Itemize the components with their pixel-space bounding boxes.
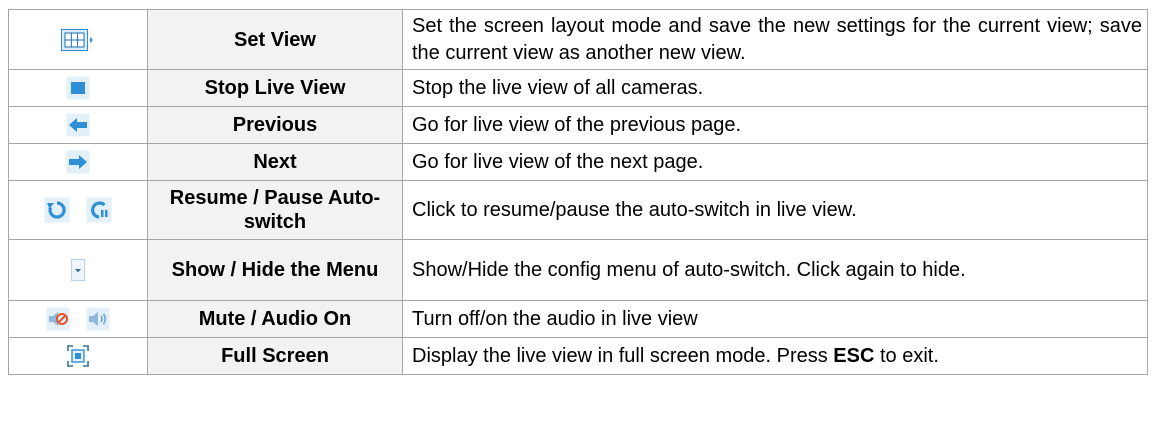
toolbar-reference-table: Set View Set the screen layout mode and … xyxy=(8,9,1148,375)
audio-on-icon xyxy=(86,307,110,331)
button-name: Next xyxy=(147,143,403,181)
button-name: Previous xyxy=(147,106,403,144)
button-description: Click to resume/pause the auto-switch in… xyxy=(402,180,1148,240)
resume-icon xyxy=(44,197,70,223)
icon-cell xyxy=(8,9,148,70)
icon-cell xyxy=(8,300,148,338)
button-name: Set View xyxy=(147,9,403,70)
description-text: Display the live view in full screen mod… xyxy=(412,344,834,367)
button-name: Mute / Audio On xyxy=(147,300,403,338)
table-row: Resume / Pause Auto-switch Click to resu… xyxy=(8,180,1148,240)
icon-cell xyxy=(8,337,148,375)
button-name: Resume / Pause Auto-switch xyxy=(147,180,403,240)
pause-icon xyxy=(86,197,112,223)
arrow-left-icon xyxy=(66,113,90,137)
icon-cell xyxy=(8,143,148,181)
button-description: Stop the live view of all cameras. xyxy=(402,69,1148,107)
button-description: Go for live view of the previous page. xyxy=(402,106,1148,144)
full-screen-icon xyxy=(67,345,89,368)
table-row: Previous Go for live view of the previou… xyxy=(8,106,1148,144)
table-row: Next Go for live view of the next page. xyxy=(8,143,1148,181)
button-name: Stop Live View xyxy=(147,69,403,107)
button-description: Set the screen layout mode and save the … xyxy=(402,9,1148,70)
esc-key-label: ESC xyxy=(833,344,875,367)
mute-icon xyxy=(46,307,70,331)
layout-grid-icon xyxy=(61,28,93,51)
table-row: Set View Set the screen layout mode and … xyxy=(8,9,1148,70)
dropdown-arrow-icon xyxy=(71,259,85,282)
button-description: Go for live view of the next page. xyxy=(402,143,1148,181)
button-description: Display the live view in full screen mod… xyxy=(402,337,1148,375)
table-row: Stop Live View Stop the live view of all… xyxy=(8,69,1148,107)
button-description: Turn off/on the audio in live view xyxy=(402,300,1148,338)
icon-cell xyxy=(8,239,148,301)
button-name: Full Screen xyxy=(147,337,403,375)
icon-cell xyxy=(8,69,148,107)
stop-icon xyxy=(66,76,90,100)
icon-cell xyxy=(8,106,148,144)
arrow-right-icon xyxy=(66,150,90,174)
table-row: Show / Hide the Menu Show/Hide the confi… xyxy=(8,239,1148,301)
button-name: Show / Hide the Menu xyxy=(147,239,403,301)
icon-cell xyxy=(8,180,148,240)
table-row: Full Screen Display the live view in ful… xyxy=(8,337,1148,375)
button-description: Show/Hide the config menu of auto-switch… xyxy=(402,239,1148,301)
description-text: to exit. xyxy=(874,344,939,367)
table-row: Mute / Audio On Turn off/on the audio in… xyxy=(8,300,1148,338)
